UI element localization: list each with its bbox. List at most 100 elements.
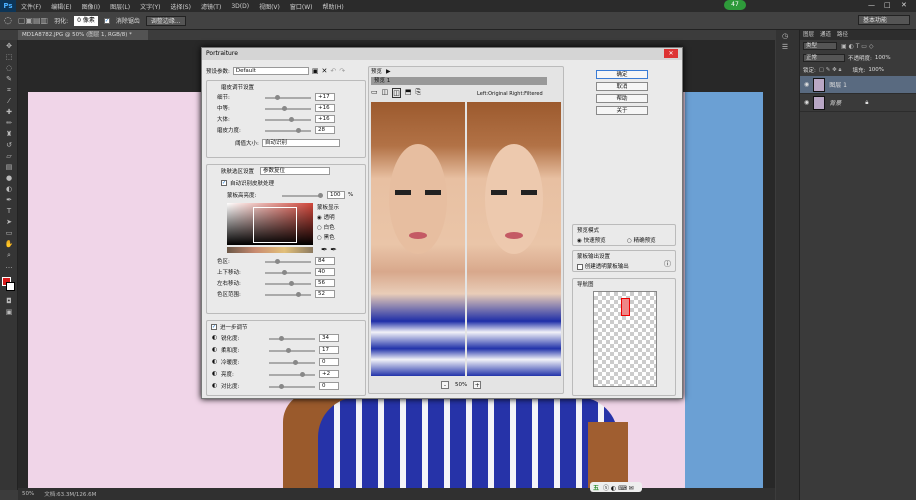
slider-value[interactable]: +16: [315, 104, 335, 112]
menu-help[interactable]: 帮助(H): [318, 2, 349, 11]
slider-value[interactable]: +17: [315, 93, 335, 101]
slider-knob[interactable]: [275, 259, 280, 264]
lock-icons[interactable]: ▢ ✎ ✥ 🔒︎: [819, 67, 842, 74]
slider-knob[interactable]: [279, 336, 284, 341]
extra-tools-icon[interactable]: …: [3, 262, 15, 271]
layer-filter-icons[interactable]: ▣ ◐ T ▭ ◇: [841, 43, 873, 50]
feather-input[interactable]: 0 像素: [74, 15, 98, 26]
type-tool-icon[interactable]: T: [3, 207, 15, 216]
slider-track[interactable]: [269, 336, 315, 341]
move-tool-icon[interactable]: ✥: [3, 42, 15, 51]
ok-button[interactable]: 确定: [596, 70, 648, 79]
slider-value[interactable]: 34: [319, 334, 339, 342]
slider-track[interactable]: [269, 372, 315, 377]
hue-strip[interactable]: [227, 247, 313, 253]
quick-select-tool-icon[interactable]: ✎: [3, 75, 15, 84]
eyedropper-icons[interactable]: ✒ ✒: [321, 245, 337, 254]
selection-mode-icons[interactable]: ▢▣▤▥: [18, 16, 48, 25]
slider-track[interactable]: [265, 95, 311, 100]
auto-mask-checkbox[interactable]: ✓: [221, 180, 227, 186]
slider-value[interactable]: 52: [315, 290, 335, 298]
pen-tool-icon[interactable]: ✒: [3, 196, 15, 205]
menu-file[interactable]: 文件(F): [16, 2, 46, 11]
slider-track[interactable]: [265, 128, 311, 133]
refine-edge-button[interactable]: 调整边缘...: [145, 15, 186, 26]
layer-filter-kind[interactable]: 类型: [803, 42, 837, 50]
screen-mode-icon[interactable]: ▣: [3, 308, 15, 317]
layer-name[interactable]: 背景: [829, 98, 841, 107]
dodge-tool-icon[interactable]: ◐: [3, 185, 15, 194]
minimize-button[interactable]: —: [868, 1, 875, 9]
delete-preset-icon[interactable]: ✕: [321, 67, 327, 75]
tab-channels[interactable]: 通道: [820, 30, 831, 40]
quick-mask-icon[interactable]: ◘: [3, 297, 15, 306]
slider-knob[interactable]: [289, 281, 294, 286]
slider-value[interactable]: +16: [315, 115, 335, 123]
preview-toggle-icon[interactable]: ▶: [386, 68, 391, 75]
eyedropper-tool-icon[interactable]: ⁄: [3, 97, 15, 106]
cancel-button[interactable]: 取消: [596, 82, 648, 91]
blur-tool-icon[interactable]: ●: [3, 174, 15, 183]
menu-image[interactable]: 图像(I): [77, 2, 105, 11]
history-brush-icon[interactable]: ↺: [3, 141, 15, 150]
slider-knob[interactable]: [293, 360, 298, 365]
brush-tool-icon[interactable]: ✏: [3, 119, 15, 128]
layer-name[interactable]: 图层 1: [829, 80, 847, 89]
slider-knob[interactable]: [300, 372, 305, 377]
menu-layer[interactable]: 图层(L): [105, 2, 135, 11]
close-app-button[interactable]: ✕: [901, 1, 907, 9]
menu-select[interactable]: 选择(S): [165, 2, 196, 11]
slider-value[interactable]: +2: [319, 370, 339, 378]
eye-icon[interactable]: ◉: [804, 81, 809, 88]
slider-value[interactable]: 56: [315, 279, 335, 287]
slider-track[interactable]: [269, 360, 315, 365]
menu-window[interactable]: 窗口(W): [285, 2, 318, 11]
history-panel-icon[interactable]: ◷: [779, 32, 791, 41]
status-zoom[interactable]: 50%: [22, 491, 34, 497]
slider-knob[interactable]: [296, 292, 301, 297]
info-icon[interactable]: ⓘ: [664, 259, 671, 269]
skin-color-picker[interactable]: [227, 203, 313, 245]
antialias-checkbox[interactable]: ✓: [103, 17, 110, 24]
workspace-select[interactable]: 基本功能: [858, 15, 910, 25]
mask-feather-value[interactable]: 100: [327, 191, 345, 199]
slider-knob[interactable]: [282, 106, 287, 111]
preview-tab[interactable]: 预览 1: [371, 77, 547, 85]
preview-original[interactable]: [371, 102, 465, 376]
marquee-tool-icon[interactable]: ⬚: [3, 53, 15, 62]
gradient-tool-icon[interactable]: ▤: [3, 163, 15, 172]
slider-knob[interactable]: [286, 348, 291, 353]
view-mode-icons[interactable]: ▭ ◫ ◫ ⬒ ⎘: [371, 88, 421, 98]
undo-icon[interactable]: ↶: [330, 67, 336, 75]
slider-track[interactable]: [265, 292, 311, 297]
hand-tool-icon[interactable]: ✋: [3, 240, 15, 249]
slider-knob[interactable]: [279, 384, 284, 389]
slider-track[interactable]: [265, 281, 311, 286]
slider-knob[interactable]: [296, 128, 301, 133]
menu-type[interactable]: 文字(Y): [135, 2, 165, 11]
save-preset-icon[interactable]: ▣: [312, 67, 319, 75]
ime-label[interactable]: 五: [593, 483, 599, 492]
zoom-tool-icon[interactable]: ⌕: [3, 251, 15, 260]
slider-knob[interactable]: [275, 95, 280, 100]
menu-3d[interactable]: 3D(D): [226, 3, 254, 10]
help-button[interactable]: 帮助: [596, 94, 648, 103]
menu-edit[interactable]: 编辑(E): [46, 2, 76, 11]
color-swatches[interactable]: [0, 275, 17, 295]
mask-feather-slider[interactable]: [282, 193, 323, 198]
tab-layers[interactable]: 图层: [803, 30, 814, 40]
maximize-button[interactable]: □: [884, 1, 891, 9]
notification-badge[interactable]: 47: [724, 0, 746, 10]
enhance-checkbox[interactable]: ✓: [211, 324, 217, 330]
eraser-tool-icon[interactable]: ▱: [3, 152, 15, 161]
menu-filter[interactable]: 滤镜(T): [196, 2, 226, 11]
healing-tool-icon[interactable]: ✚: [3, 108, 15, 117]
slider-track[interactable]: [265, 106, 311, 111]
slider-value[interactable]: 0: [319, 358, 339, 366]
threshold-select[interactable]: 自动识别: [261, 139, 340, 147]
menu-view[interactable]: 视图(V): [254, 2, 285, 11]
slider-value[interactable]: 0: [319, 382, 339, 390]
slider-track[interactable]: [265, 117, 311, 122]
zoom-out-button[interactable]: -: [441, 381, 449, 389]
stamp-tool-icon[interactable]: ♜: [3, 130, 15, 139]
